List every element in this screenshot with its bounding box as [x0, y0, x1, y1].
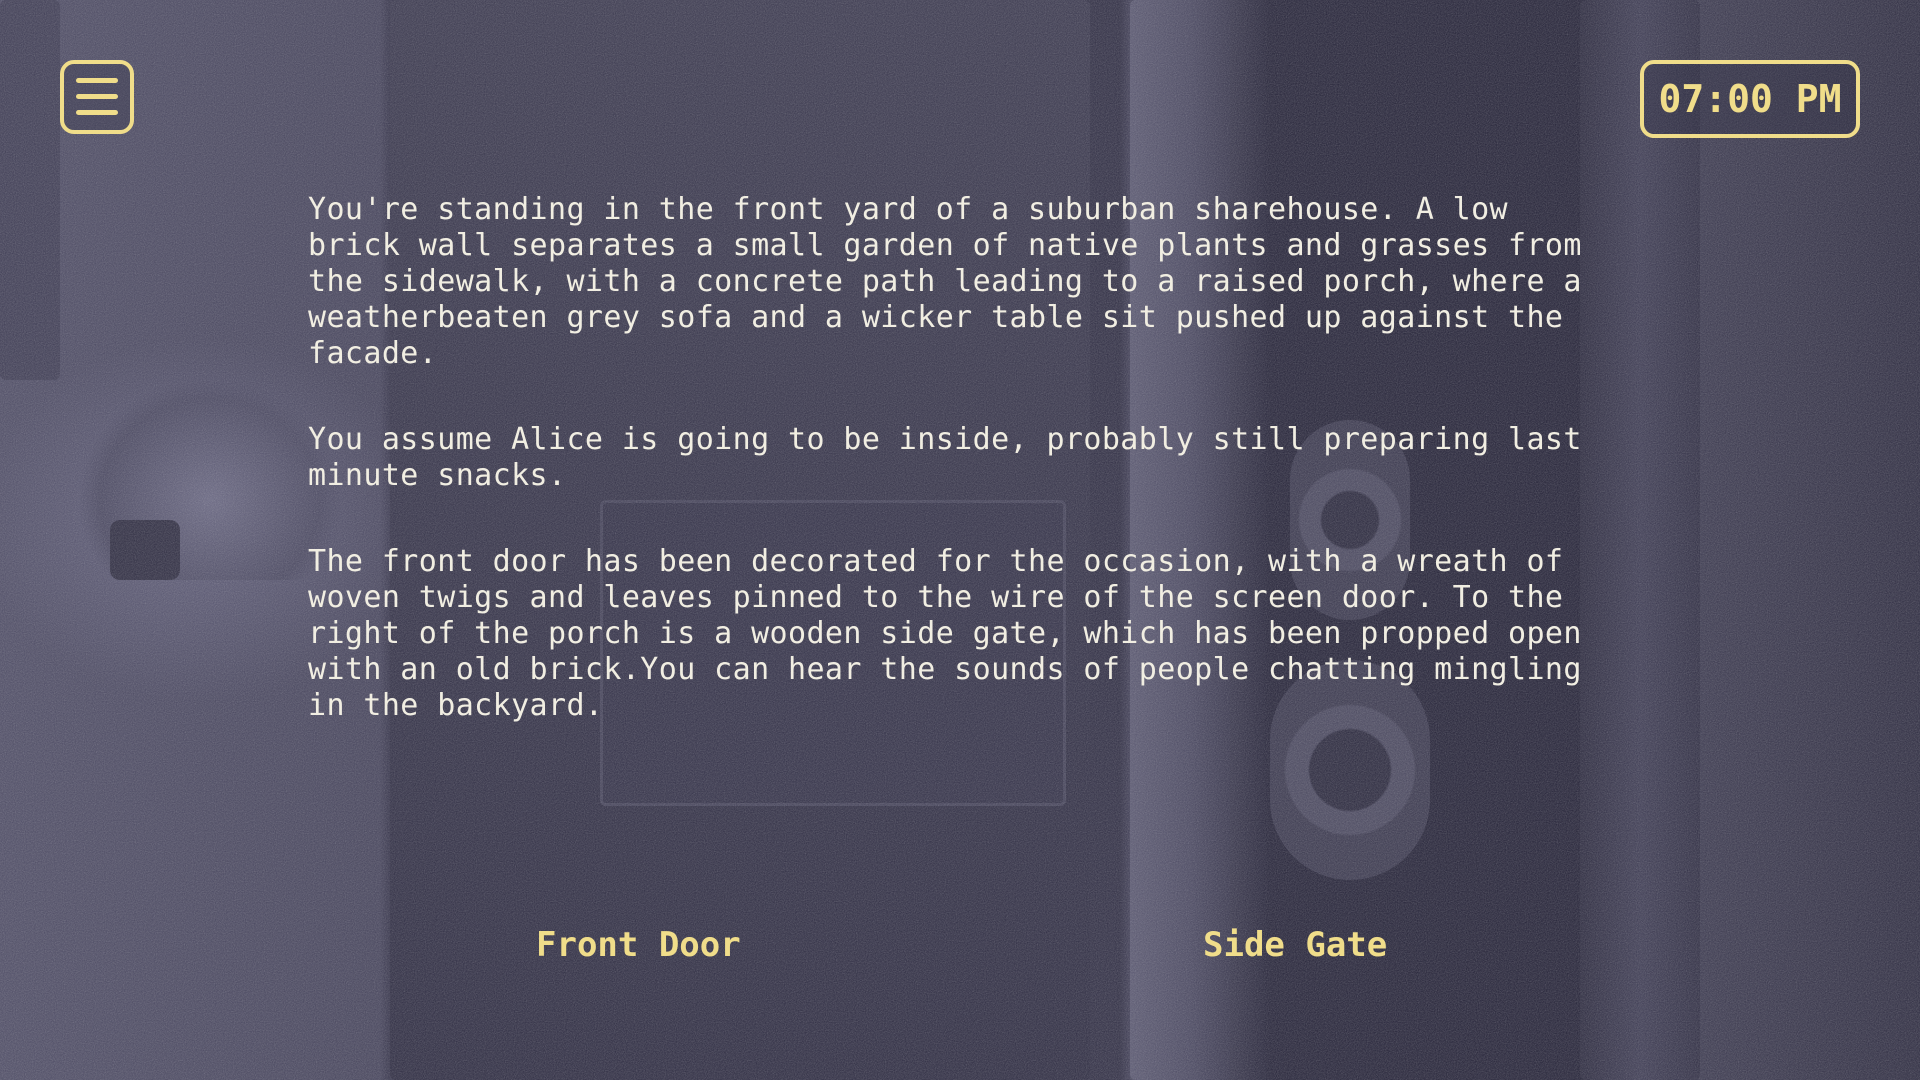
menu-button[interactable] — [60, 60, 134, 134]
game-screen: 07:00 PM You're standing in the front ya… — [0, 0, 1920, 1080]
game-clock: 07:00 PM — [1640, 60, 1860, 138]
choice-side-gate[interactable]: Side Gate — [1203, 920, 1387, 970]
story-text: You're standing in the front yard of a s… — [308, 192, 1608, 774]
hamburger-menu-icon-bar — [76, 110, 118, 115]
plant-pot-shape — [110, 520, 180, 580]
hamburger-menu-icon — [76, 78, 118, 83]
hamburger-menu-icon-bar — [76, 94, 118, 99]
story-paragraph: You're standing in the front yard of a s… — [308, 192, 1582, 371]
wall-window-shape — [0, 0, 60, 380]
story-paragraph: The front door has been decorated for th… — [308, 544, 1582, 723]
story-paragraph: You assume Alice is going to be inside, … — [308, 422, 1582, 493]
choice-front-door[interactable]: Front Door — [536, 920, 741, 970]
